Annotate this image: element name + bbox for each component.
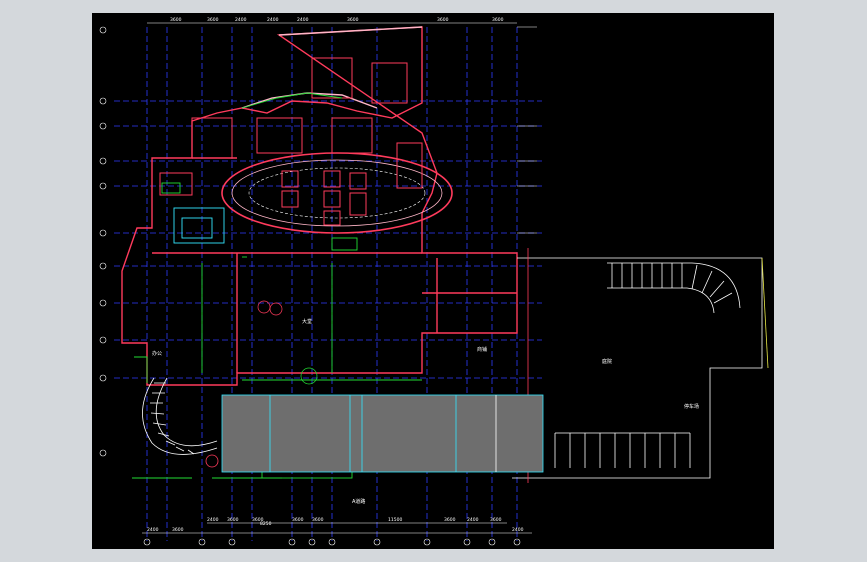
label-street: A道路 xyxy=(352,498,365,505)
dim-bottom-2: 3600 xyxy=(172,527,184,533)
canopy-blocks xyxy=(221,394,544,473)
dim-bottom-8: 11500 xyxy=(388,517,402,523)
dim-top-4: 2400 xyxy=(267,17,279,23)
label-courtyard: 庭院 xyxy=(602,358,612,365)
circular-features xyxy=(257,300,318,385)
label-shop: 商铺 xyxy=(477,346,487,353)
elliptical-atrium xyxy=(221,152,453,234)
cyan-rooms xyxy=(173,207,225,244)
dim-top-3: 2400 xyxy=(235,17,247,23)
parking-outline xyxy=(512,248,769,483)
label-parking: 停车场 xyxy=(684,403,699,410)
dim-bottom-6: 3600 xyxy=(292,517,304,523)
dim-top-2: 3600 xyxy=(207,17,219,23)
dim-top-8: 3600 xyxy=(492,17,504,23)
dim-top-5: 2400 xyxy=(297,17,309,23)
dim-bottom-11: 3600 xyxy=(490,517,502,523)
dim-bottom-1: 2400 xyxy=(147,527,159,533)
left-axis-bubbles xyxy=(99,26,107,457)
dim-bottom-3: 2400 xyxy=(207,517,219,523)
building-walls xyxy=(121,26,518,386)
dim-top-6: 3600 xyxy=(347,17,359,23)
dim-bottom-9: 3600 xyxy=(444,517,456,523)
label-lobby: 大堂 xyxy=(302,318,312,325)
dim-top-7: 3600 xyxy=(437,17,449,23)
spiral-ramp-left xyxy=(142,377,219,468)
dim-bottom-7: 3600 xyxy=(312,517,324,523)
bottom-dimension-line: 2400 3600 2400 3600 3600 3600 3600 11500… xyxy=(142,517,532,534)
dim-bottom-4: 3600 xyxy=(227,517,239,523)
dim-bottom-12: 2400 xyxy=(512,527,524,533)
dim-top-1: 3600 xyxy=(170,17,182,23)
top-dimension-line: 3600 3600 2400 2400 2400 3600 3600 3600 xyxy=(147,17,517,24)
floor-plan-drawing[interactable]: 3600 3600 2400 2400 2400 3600 3600 3600 xyxy=(92,13,774,549)
label-office: 办公 xyxy=(152,350,162,357)
spiral-ramp-right xyxy=(607,262,741,314)
dim-bottom-total: 8250 xyxy=(260,521,272,527)
right-axis-ticks xyxy=(517,26,537,234)
dim-bottom-10: 2400 xyxy=(467,517,479,523)
bottom-axis-bubbles xyxy=(143,538,521,546)
core-rooms xyxy=(159,57,423,226)
cad-viewport[interactable]: 3600 3600 2400 2400 2400 3600 3600 3600 xyxy=(92,13,774,549)
